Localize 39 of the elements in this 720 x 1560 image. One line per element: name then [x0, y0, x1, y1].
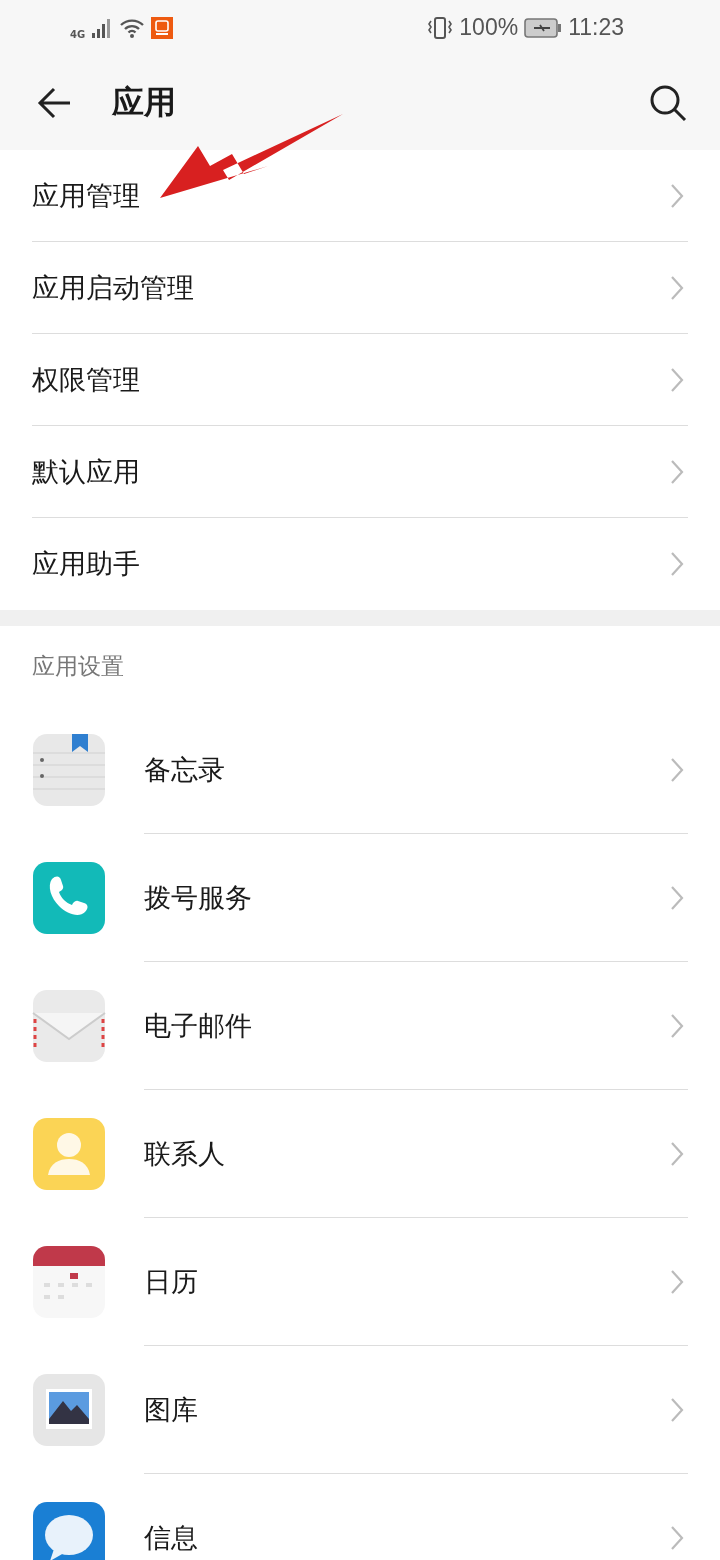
menu-item[interactable]: 应用启动管理 — [32, 242, 688, 334]
speech-bubble-icon — [32, 1501, 106, 1560]
chevron-icon — [670, 1268, 684, 1295]
chevron-icon — [670, 1140, 684, 1167]
app-item[interactable]: 信息 — [32, 1474, 688, 1560]
chevron-icon — [670, 551, 684, 577]
photo-icon — [32, 1373, 106, 1447]
app-item[interactable]: 日历 — [32, 1218, 688, 1346]
phone-icon — [32, 861, 106, 935]
chevron-icon — [670, 274, 684, 301]
chevron-icon — [670, 458, 684, 485]
envelope-icon — [32, 989, 106, 1063]
menu-item[interactable]: 应用助手 — [32, 518, 688, 610]
section-header: 应用设置 — [32, 651, 125, 681]
network-type: 4G — [70, 29, 86, 40]
chevron-icon — [670, 1524, 684, 1551]
chevron-icon — [670, 756, 684, 783]
page-title: 应用 — [112, 81, 177, 123]
battery-charging-icon — [524, 17, 563, 38]
clock: 11:23 — [568, 14, 624, 41]
notepad-icon — [32, 733, 106, 807]
app-item[interactable]: 联系人 — [32, 1090, 688, 1218]
app-item[interactable]: 备忘录 — [32, 706, 688, 834]
chevron-icon — [670, 884, 684, 911]
chevron-icon — [670, 1396, 684, 1423]
wifi-icon — [119, 16, 146, 39]
app-item[interactable]: 图库 — [32, 1346, 688, 1474]
calendar-icon — [32, 1245, 106, 1319]
chevron-icon — [670, 182, 684, 209]
app-item[interactable]: 电子邮件 — [32, 962, 688, 1090]
chevron-icon — [670, 366, 684, 393]
person-icon — [32, 1117, 106, 1191]
battery-percent: 100% — [459, 14, 519, 41]
app-notification-icon — [151, 16, 174, 39]
menu-item[interactable]: 权限管理 — [32, 334, 688, 426]
chevron-icon — [670, 1012, 684, 1039]
vibrate-icon — [427, 15, 454, 40]
menu-item[interactable]: 默认应用 — [32, 426, 688, 518]
app-item[interactable]: 拨号服务 — [32, 834, 688, 962]
